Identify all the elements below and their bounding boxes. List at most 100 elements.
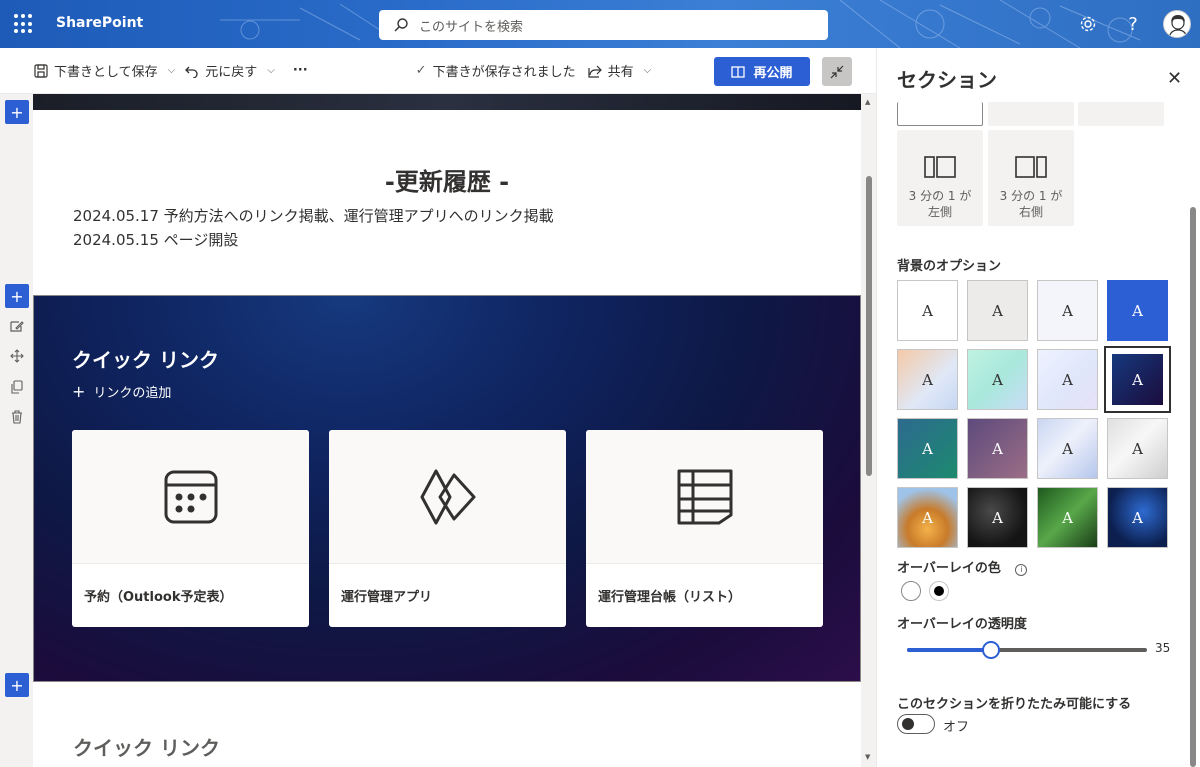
- republish-button[interactable]: 再公開: [714, 57, 810, 86]
- panel-scroll-thumb[interactable]: [1190, 207, 1196, 767]
- share-label: 共有: [607, 65, 634, 80]
- bg-option-strong[interactable]: A: [1107, 280, 1168, 341]
- overlay-opacity-value: 35: [1155, 641, 1171, 655]
- hero-image-strip: [33, 94, 861, 110]
- add-section-button-middle[interactable]: +: [5, 284, 29, 308]
- layout-option-selected[interactable]: [897, 102, 983, 126]
- bg-option-teal[interactable]: A: [897, 418, 958, 479]
- scroll-down-icon[interactable]: ▼: [865, 753, 870, 761]
- bg-option-silver[interactable]: A: [1107, 418, 1168, 479]
- search-box[interactable]: このサイトを検索: [379, 10, 828, 40]
- move-section-icon[interactable]: [7, 346, 27, 366]
- quick-link-card-list[interactable]: 運行管理台帳（リスト）: [586, 430, 823, 627]
- section-properties-panel: セクション ✕ 3 分の 1 が左側 3 分の 1 が右側 背景のオプション A…: [876, 48, 1200, 767]
- close-icon[interactable]: ✕: [1167, 68, 1182, 89]
- layout-one-third-right[interactable]: 3 分の 1 が右側: [988, 130, 1074, 226]
- save-options-chevron-icon[interactable]: ⌵: [164, 65, 180, 76]
- more-options-button[interactable]: ···: [279, 55, 314, 87]
- share-chevron-icon: ⌵: [643, 65, 652, 76]
- history-title[interactable]: -更新履歴 -: [33, 162, 861, 197]
- panel-scrollbar[interactable]: [1189, 102, 1197, 767]
- bg-option-gradient-mint[interactable]: A: [967, 349, 1028, 410]
- calendar-icon: [164, 470, 217, 523]
- undo-icon: [185, 66, 198, 78]
- list-icon: [677, 469, 732, 524]
- search-icon: [394, 18, 408, 32]
- overlay-color-black[interactable]: [929, 581, 949, 601]
- canvas-scrollbar[interactable]: ▲ ▼: [862, 94, 876, 767]
- bg-option-bokeh[interactable]: A: [897, 487, 958, 548]
- suite-bar: SharePoint このサイトを検索 ?: [0, 0, 1200, 48]
- collapsible-label: このセクションを折りたたみ可能にする: [897, 697, 1132, 712]
- share-button[interactable]: 共有 ⌵: [582, 55, 662, 87]
- collapse-arrows-icon: [830, 65, 844, 78]
- undo-button[interactable]: 元に戻す: [179, 55, 263, 87]
- avatar[interactable]: [1163, 10, 1191, 38]
- save-icon: [34, 63, 48, 78]
- bg-option-gradient-lavender[interactable]: A: [1037, 349, 1098, 410]
- republish-label: 再公開: [753, 66, 793, 81]
- app-launcher-icon[interactable]: [14, 14, 34, 34]
- add-link-label: リンクの追加: [93, 386, 172, 401]
- bg-option-network[interactable]: A: [1107, 487, 1168, 548]
- slider-thumb[interactable]: [982, 641, 1000, 659]
- search-placeholder: このサイトを検索: [419, 19, 524, 35]
- help-icon[interactable]: ?: [1121, 12, 1145, 36]
- layout-label: 3 分の 1 が左側: [908, 189, 972, 219]
- share-icon: [587, 65, 602, 78]
- bg-option-neutral[interactable]: A: [967, 280, 1028, 341]
- duplicate-section-icon[interactable]: [7, 377, 27, 397]
- add-link-button[interactable]: + リンクの追加: [72, 382, 171, 401]
- quick-link-card-app[interactable]: 運行管理アプリ: [329, 430, 566, 627]
- brand-name[interactable]: SharePoint: [56, 15, 143, 31]
- edit-section-icon[interactable]: [7, 316, 27, 336]
- bg-option-white[interactable]: A: [897, 280, 958, 341]
- background-options-label: 背景のオプション: [897, 259, 1002, 274]
- layout-one-third-left[interactable]: 3 分の 1 が左側: [897, 130, 983, 226]
- power-apps-icon: [420, 469, 475, 524]
- book-icon: [731, 65, 746, 78]
- add-section-button-bottom[interactable]: +: [5, 673, 29, 697]
- bg-option-mauve[interactable]: A: [967, 418, 1028, 479]
- card-label: 予約（Outlook予定表）: [72, 563, 309, 627]
- bg-option-gradient-peach[interactable]: A: [897, 349, 958, 410]
- overlay-opacity-slider[interactable]: [907, 641, 1147, 659]
- collapse-panel-button[interactable]: [822, 57, 852, 86]
- history-line[interactable]: 2024.05.15 ページ開設: [73, 229, 238, 250]
- quick-link-card-reservation[interactable]: 予約（Outlook予定表）: [72, 430, 309, 627]
- info-icon[interactable]: i: [1015, 564, 1028, 576]
- overlay-color-white[interactable]: [901, 581, 921, 601]
- slider-fill: [907, 648, 991, 652]
- undo-options-chevron-icon[interactable]: ⌵: [263, 65, 279, 76]
- scroll-up-icon[interactable]: ▲: [865, 98, 870, 106]
- history-line[interactable]: 2024.05.17 予約方法へのリンク掲載、運行管理アプリへのリンク掲載: [73, 205, 554, 226]
- delete-section-icon[interactable]: [7, 407, 27, 427]
- bg-option-green[interactable]: A: [1037, 487, 1098, 548]
- draft-status-text: 下書きが保存されました: [432, 65, 576, 80]
- bg-option-soft[interactable]: A: [1037, 280, 1098, 341]
- bg-option-dark-texture[interactable]: A: [967, 487, 1028, 548]
- quick-links-title-2[interactable]: クイック リンク: [73, 732, 220, 761]
- collapsible-toggle[interactable]: [897, 714, 935, 734]
- quick-links-section[interactable]: クイック リンク + リンクの追加 予約（Outlook予定表） 運行管理アプリ…: [33, 295, 861, 682]
- layout-option[interactable]: [1078, 102, 1164, 126]
- layout-left-icon: [924, 156, 956, 178]
- layout-right-icon: [1015, 156, 1047, 178]
- bg-option-wave-blue[interactable]: A: [1037, 418, 1098, 479]
- undo-label: 元に戻す: [205, 65, 258, 80]
- add-section-button-top[interactable]: +: [5, 100, 29, 124]
- canvas-scroll-thumb[interactable]: [866, 176, 872, 476]
- card-label: 運行管理アプリ: [329, 563, 566, 627]
- layout-option[interactable]: [988, 102, 1074, 126]
- check-icon: ✓: [415, 63, 427, 78]
- section-toolbar: + + +: [0, 94, 33, 767]
- settings-gear-icon[interactable]: [1076, 12, 1100, 36]
- quick-links-title[interactable]: クイック リンク: [72, 344, 219, 373]
- overlay-opacity-label: オーバーレイの透明度: [897, 617, 1027, 632]
- save-draft-label: 下書きとして保存: [54, 65, 158, 80]
- bg-option-gradient-navy[interactable]: A: [1104, 346, 1171, 413]
- save-draft-button[interactable]: 下書きとして保存: [28, 55, 164, 87]
- panel-title: セクション: [897, 68, 997, 92]
- overlay-color-label: オーバーレイの色 i: [897, 557, 1028, 576]
- card-label: 運行管理台帳（リスト）: [586, 563, 823, 627]
